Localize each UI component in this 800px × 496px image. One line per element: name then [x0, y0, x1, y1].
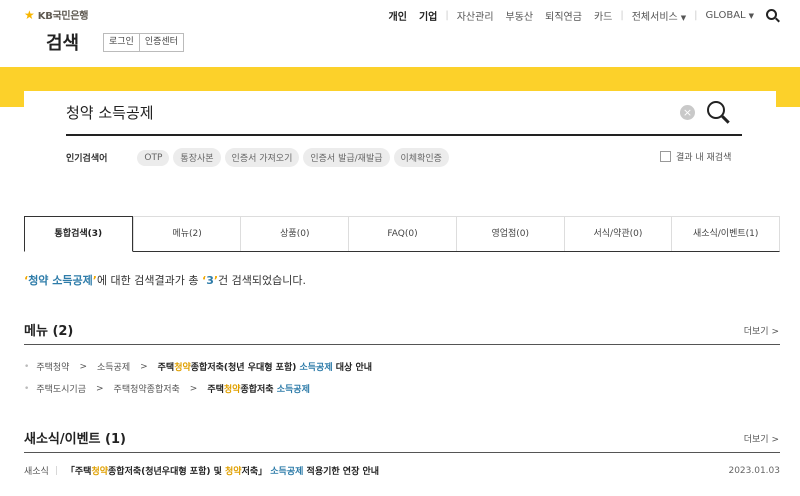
nav-divider: | [620, 10, 624, 21]
clear-search-icon[interactable]: × [680, 105, 695, 120]
cert-center-button[interactable]: 인증센터 [139, 33, 184, 52]
divider: | [54, 465, 58, 476]
title-part: 저축」 [241, 467, 271, 477]
title-part: 종합저축(청년 우대형 포함) [190, 363, 300, 373]
title-part: 주택 [157, 363, 175, 373]
chevron-right-icon: > [140, 361, 148, 372]
highlight: 소득공제 [299, 363, 333, 373]
popular-keywords: 인기검색어 OTP 통장사본 인증서 가져오기 인증서 발급/재발급 이체확인증 [66, 148, 453, 167]
menu-more-link[interactable]: 더보기 > [744, 324, 779, 337]
highlight: 청약 [91, 467, 109, 477]
tab-menu[interactable]: 메뉴(2) [132, 217, 241, 251]
keyword-chip[interactable]: 이체확인증 [393, 148, 449, 167]
highlight: 청약 [174, 363, 191, 373]
result-summary: ‘청약 소득공제’에 대한 검색결과가 총 ‘3’건 검색되었습니다. [24, 272, 306, 288]
nav-divider: | [694, 10, 698, 21]
summary-count: 3 [206, 274, 214, 287]
section-divider [24, 452, 780, 453]
highlight: 소득공제 [276, 385, 310, 395]
nav-personal[interactable]: 개인 [383, 8, 413, 23]
result-tabs: 통합검색(3) 메뉴(2) 상품(0) FAQ(0) 영업점(0) 서식/약관(… [24, 216, 780, 252]
news-more-link[interactable]: 더보기 > [744, 432, 779, 445]
popular-label: 인기검색어 [66, 154, 108, 164]
title-part: 「주택 [65, 467, 92, 477]
news-result-row[interactable]: 새소식 | 「주택청약종합저축(청년우대형 포함) 및 청약저축」 소득공제 적… [24, 464, 780, 478]
tab-news[interactable]: 새소식/이벤트(1) [671, 217, 779, 251]
kb-logo[interactable]: ★ KB국민은행 [24, 7, 89, 23]
logo-text: KB국민은행 [37, 11, 89, 22]
nav-divider: | [445, 10, 449, 21]
path-item[interactable]: 소득공제 [97, 360, 130, 373]
util-buttons: 로그인 인증센터 [103, 33, 184, 52]
summary-keyword: 청약 소득공제 [28, 274, 93, 287]
nav-all-services[interactable]: 전체서비스 ▼ [626, 8, 692, 23]
search-underline [66, 134, 742, 136]
header-search-icon[interactable] [766, 8, 780, 23]
nav-global-label: GLOBAL [705, 10, 746, 21]
nav-global[interactable]: GLOBAL ▼ [700, 10, 761, 21]
highlight: 소득공제 [270, 467, 304, 477]
chevron-right-icon: > [79, 361, 87, 372]
menu-result-title[interactable]: 주택청약종합저축 소득공제 [207, 382, 310, 395]
menu-result-title[interactable]: 주택청약종합저축(청년 우대형 포함) 소득공제 대상 안내 [158, 360, 372, 373]
login-button[interactable]: 로그인 [103, 33, 140, 52]
tab-faq[interactable]: FAQ(0) [348, 217, 456, 251]
section-divider [24, 344, 780, 345]
tab-forms[interactable]: 서식/약관(0) [563, 217, 672, 251]
tab-products[interactable]: 상품(0) [240, 217, 348, 251]
caret-down-icon: ▼ [680, 14, 687, 22]
title-part: 적용기한 연장 안내 [303, 467, 380, 477]
nav-asset[interactable]: 자산관리 [451, 8, 500, 23]
title-part: 종합저축(청년우대형 포함) 및 [108, 467, 226, 477]
caret-down-icon: ▼ [748, 12, 754, 20]
keyword-chip[interactable]: 인증서 발급/재발급 [303, 148, 390, 167]
within-results-checkbox[interactable] [660, 151, 671, 162]
nav-pension[interactable]: 퇴직연금 [539, 8, 588, 23]
keyword-chip[interactable]: 통장사본 [173, 148, 221, 167]
keyword-chip[interactable]: OTP [137, 149, 170, 166]
path-item[interactable]: 주택청약 [36, 360, 69, 373]
path-item[interactable]: 주택청약종합저축 [114, 382, 180, 395]
news-section-title: 새소식/이벤트 (1) [24, 432, 126, 447]
news-category: 새소식 [24, 467, 49, 477]
kb-star-icon: ★ [24, 7, 35, 22]
global-nav: 개인 기업 | 자산관리 부동산 퇴직연금 카드 | 전체서비스 ▼ | GLOB… [383, 8, 780, 23]
summary-text: 에 대한 검색결과가 총 [96, 274, 203, 287]
search-input[interactable] [66, 103, 666, 121]
nav-business[interactable]: 기업 [413, 8, 443, 23]
menu-result-row[interactable]: • 주택도시기금 > 주택청약종합저축 > 주택청약종합저축 소득공제 [24, 382, 310, 396]
search-within-results[interactable]: 결과 내 재검색 [660, 150, 731, 163]
page-title: 검색 [46, 33, 80, 54]
title-part: 주택 [207, 385, 224, 395]
bullet: • [24, 361, 30, 372]
menu-section-title: 메뉴 (2) [24, 324, 74, 339]
highlight: 청약 [223, 385, 241, 395]
nav-card[interactable]: 카드 [588, 8, 618, 23]
news-title[interactable]: 「주택청약종합저축(청년우대형 포함) 및 청약저축」 소득공제 적용기한 연장… [66, 464, 379, 477]
tab-all[interactable]: 통합검색(3) [24, 216, 133, 252]
nav-realestate[interactable]: 부동산 [500, 8, 540, 23]
menu-result-row[interactable]: • 주택청약 > 소득공제 > 주택청약종합저축(청년 우대형 포함) 소득공제… [24, 360, 372, 374]
chevron-right-icon: > [189, 383, 198, 394]
keyword-chip[interactable]: 인증서 가져오기 [224, 148, 300, 167]
summary-text-end: 건 검색되었습니다. [218, 274, 306, 287]
search-submit-icon[interactable] [707, 101, 731, 125]
bullet: • [24, 383, 30, 394]
highlight: 청약 [225, 467, 242, 477]
within-results-label: 결과 내 재검색 [676, 153, 732, 163]
chevron-right-icon: > [96, 383, 104, 394]
title-part: 대상 안내 [332, 363, 373, 373]
title-part: 종합저축 [240, 385, 277, 395]
tab-branches[interactable]: 영업점(0) [455, 217, 564, 251]
news-date: 2023.01.03 [728, 465, 780, 476]
nav-all-services-label: 전체서비스 [631, 12, 678, 23]
path-item[interactable]: 주택도시기금 [36, 382, 86, 395]
